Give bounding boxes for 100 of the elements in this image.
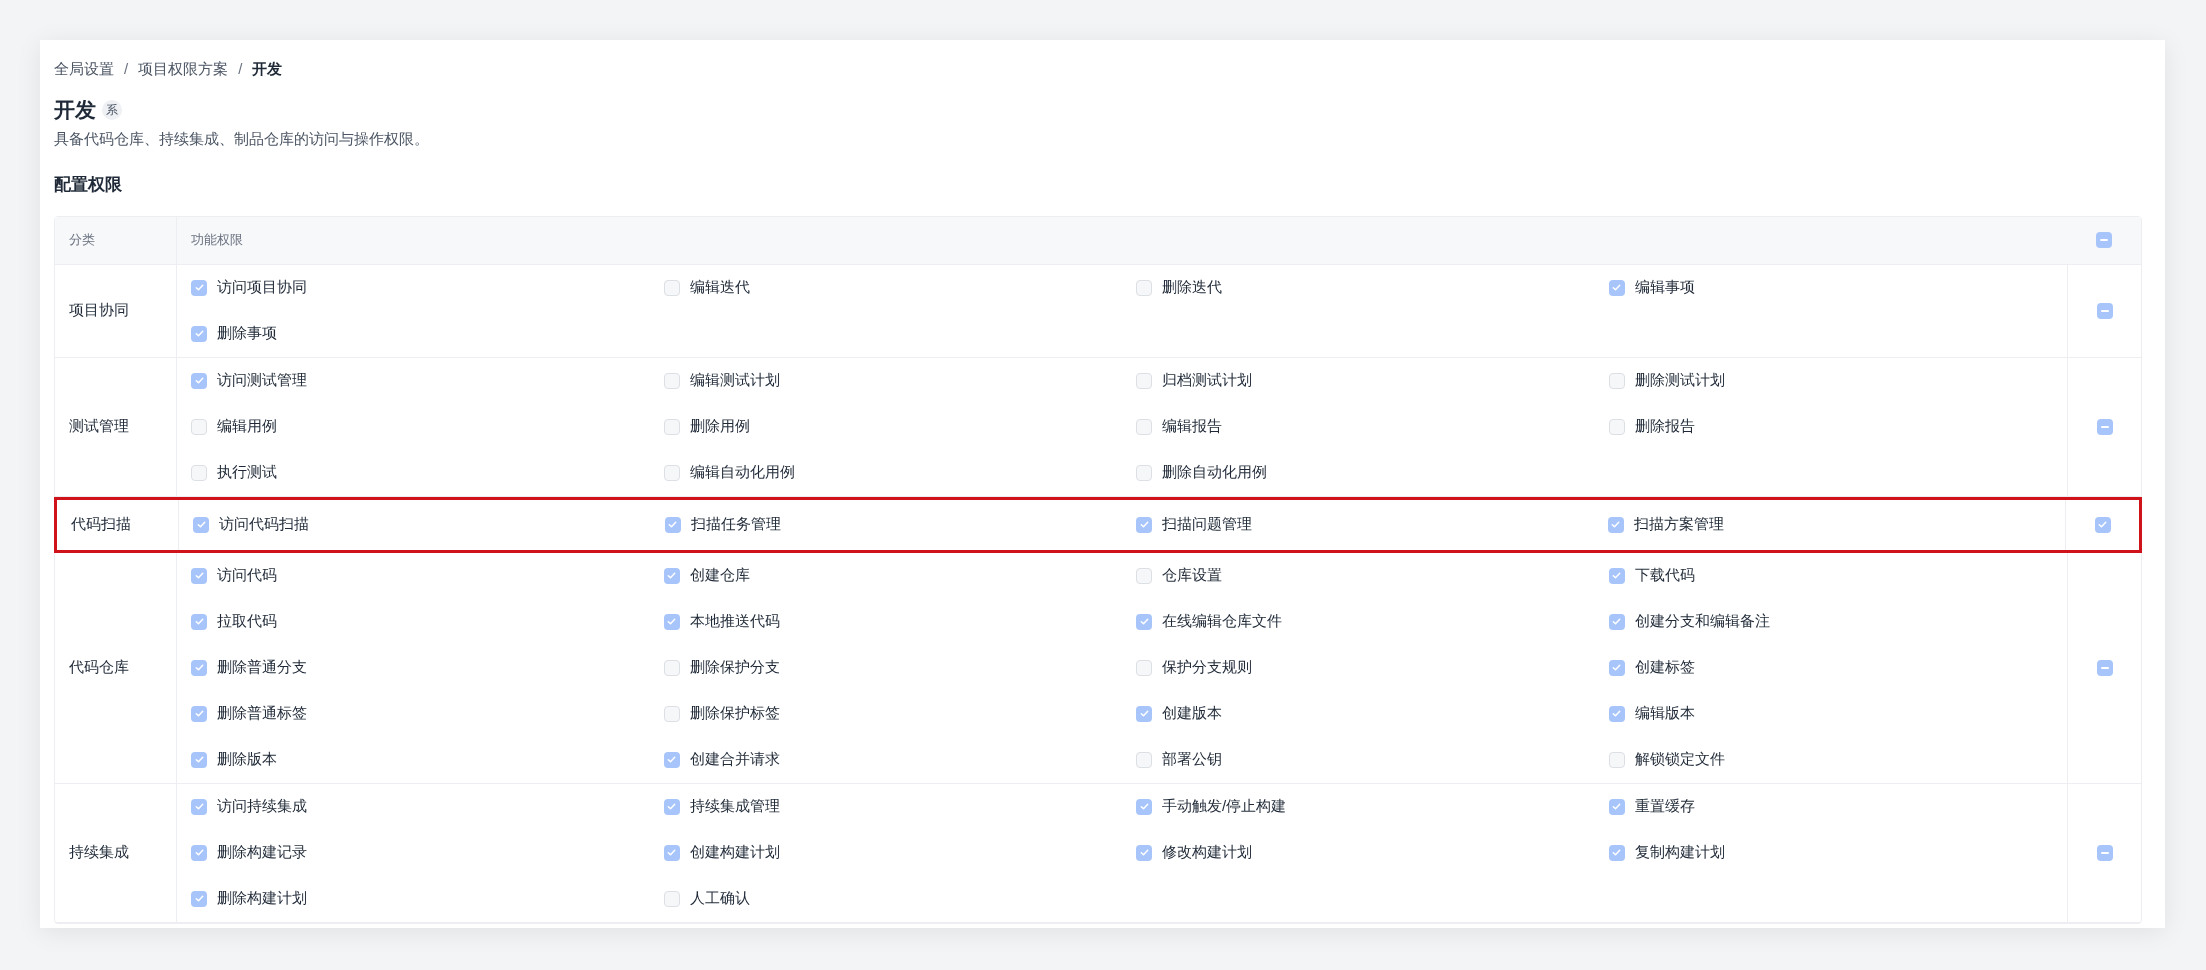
check-icon bbox=[1138, 801, 1150, 812]
permission-label: 部署公钥 bbox=[1162, 749, 1222, 770]
permission-label: 创建合并请求 bbox=[689, 749, 780, 770]
minus-icon bbox=[2100, 239, 2108, 241]
checkbox[interactable] bbox=[1136, 751, 1152, 768]
checkbox[interactable] bbox=[663, 751, 680, 768]
select-all-checkbox[interactable] bbox=[2096, 232, 2112, 248]
select-all-checkbox[interactable] bbox=[2096, 844, 2113, 861]
permission-label: 本地推送代码 bbox=[689, 611, 780, 632]
select-all-checkbox[interactable] bbox=[2096, 418, 2113, 435]
permission-label: 编辑事项 bbox=[1634, 277, 1695, 298]
checkbox[interactable] bbox=[191, 798, 207, 815]
check-icon bbox=[666, 754, 677, 765]
checkbox[interactable] bbox=[191, 613, 207, 630]
breadcrumb-separator: / bbox=[238, 58, 243, 79]
checkbox[interactable] bbox=[663, 659, 680, 676]
breadcrumb-item[interactable]: 项目权限方案 bbox=[138, 57, 229, 81]
check-icon bbox=[666, 847, 677, 858]
check-icon bbox=[1611, 570, 1622, 581]
checkbox[interactable] bbox=[191, 751, 207, 768]
select-all-checkbox[interactable] bbox=[2096, 659, 2113, 676]
permission-label: 拉取代码 bbox=[217, 611, 277, 632]
checkbox[interactable] bbox=[1136, 613, 1152, 630]
checkbox[interactable] bbox=[1608, 279, 1625, 296]
column-header: 功能权限 bbox=[190, 231, 244, 250]
permission-label: 手动触发/停止构建 bbox=[1162, 796, 1287, 817]
checkbox[interactable] bbox=[663, 705, 680, 722]
check-icon bbox=[1611, 662, 1622, 673]
check-icon bbox=[193, 893, 205, 904]
checkbox[interactable] bbox=[663, 418, 680, 435]
checkbox[interactable] bbox=[663, 844, 680, 861]
checkbox[interactable] bbox=[663, 372, 680, 389]
checkbox[interactable] bbox=[191, 567, 207, 584]
permission-label: 在线编辑仓库文件 bbox=[1162, 611, 1282, 632]
permission-label: 删除用例 bbox=[689, 416, 750, 437]
permission-label: 编辑自动化用例 bbox=[689, 462, 795, 483]
checkbox[interactable] bbox=[191, 418, 207, 435]
checkbox[interactable] bbox=[191, 705, 207, 722]
checkbox[interactable] bbox=[1608, 372, 1625, 389]
permission-label: 访问持续集成 bbox=[217, 796, 307, 817]
checkbox[interactable] bbox=[663, 798, 680, 815]
checkbox[interactable] bbox=[1136, 567, 1152, 584]
permission-label: 编辑迭代 bbox=[689, 277, 750, 298]
checkbox[interactable] bbox=[191, 279, 207, 296]
checkbox[interactable] bbox=[1136, 798, 1152, 815]
check-icon bbox=[666, 570, 677, 581]
checkbox[interactable] bbox=[193, 516, 209, 533]
permission-label: 删除构建记录 bbox=[217, 842, 307, 863]
permission-label: 删除报告 bbox=[1634, 416, 1695, 437]
check-icon bbox=[1138, 519, 1150, 530]
checkbox[interactable] bbox=[1136, 705, 1152, 722]
checkbox[interactable] bbox=[191, 464, 207, 481]
breadcrumb-item: 开发 bbox=[252, 58, 283, 79]
checkbox[interactable] bbox=[663, 464, 680, 481]
checkbox[interactable] bbox=[1607, 516, 1624, 533]
checkbox[interactable] bbox=[664, 516, 681, 533]
checkbox[interactable] bbox=[191, 844, 207, 861]
minus-icon bbox=[2100, 666, 2109, 669]
select-all-checkbox[interactable] bbox=[2094, 516, 2111, 533]
page-title: 开发 bbox=[54, 97, 96, 123]
checkbox[interactable] bbox=[191, 659, 207, 676]
checkbox[interactable] bbox=[191, 325, 207, 342]
minus-icon bbox=[2100, 851, 2109, 854]
permission-label: 执行测试 bbox=[217, 462, 277, 483]
breadcrumb-separator: / bbox=[124, 58, 129, 79]
checkbox[interactable] bbox=[1136, 418, 1152, 435]
checkbox[interactable] bbox=[191, 372, 207, 389]
checkbox[interactable] bbox=[1608, 798, 1625, 815]
breadcrumb-item[interactable]: 全局设置 bbox=[54, 57, 114, 81]
checkbox[interactable] bbox=[1608, 613, 1625, 630]
checkbox[interactable] bbox=[1608, 567, 1625, 584]
category-label: 测试管理 bbox=[69, 416, 129, 437]
checkbox[interactable] bbox=[191, 890, 207, 907]
category-label: 持续集成 bbox=[69, 842, 129, 863]
checkbox[interactable] bbox=[1608, 844, 1625, 861]
permission-label: 删除版本 bbox=[217, 749, 277, 770]
permission-label: 删除测试计划 bbox=[1634, 370, 1725, 391]
checkbox[interactable] bbox=[1136, 659, 1152, 676]
permission-label: 编辑测试计划 bbox=[689, 370, 780, 391]
checkbox[interactable] bbox=[1136, 279, 1152, 296]
permission-label: 修改构建计划 bbox=[1162, 842, 1252, 863]
checkbox[interactable] bbox=[663, 279, 680, 296]
check-icon bbox=[1138, 847, 1150, 858]
checkbox[interactable] bbox=[1136, 372, 1152, 389]
checkbox[interactable] bbox=[663, 567, 680, 584]
page-description: 具备代码仓库、持续集成、制品仓库的访问与操作权限。 bbox=[54, 128, 430, 149]
checkbox[interactable] bbox=[663, 890, 680, 907]
checkbox[interactable] bbox=[1608, 705, 1625, 722]
check-icon bbox=[193, 662, 205, 673]
checkbox[interactable] bbox=[1608, 751, 1625, 768]
permission-label: 删除事项 bbox=[217, 323, 277, 344]
select-all-checkbox[interactable] bbox=[2096, 302, 2113, 319]
checkbox[interactable] bbox=[1136, 464, 1152, 481]
checkbox[interactable] bbox=[1608, 659, 1625, 676]
checkbox[interactable] bbox=[1608, 418, 1625, 435]
checkbox[interactable] bbox=[1136, 516, 1152, 533]
permission-label: 仓库设置 bbox=[1162, 565, 1222, 586]
checkbox[interactable] bbox=[663, 613, 680, 630]
checkbox[interactable] bbox=[1136, 844, 1152, 861]
check-icon bbox=[1611, 282, 1622, 293]
